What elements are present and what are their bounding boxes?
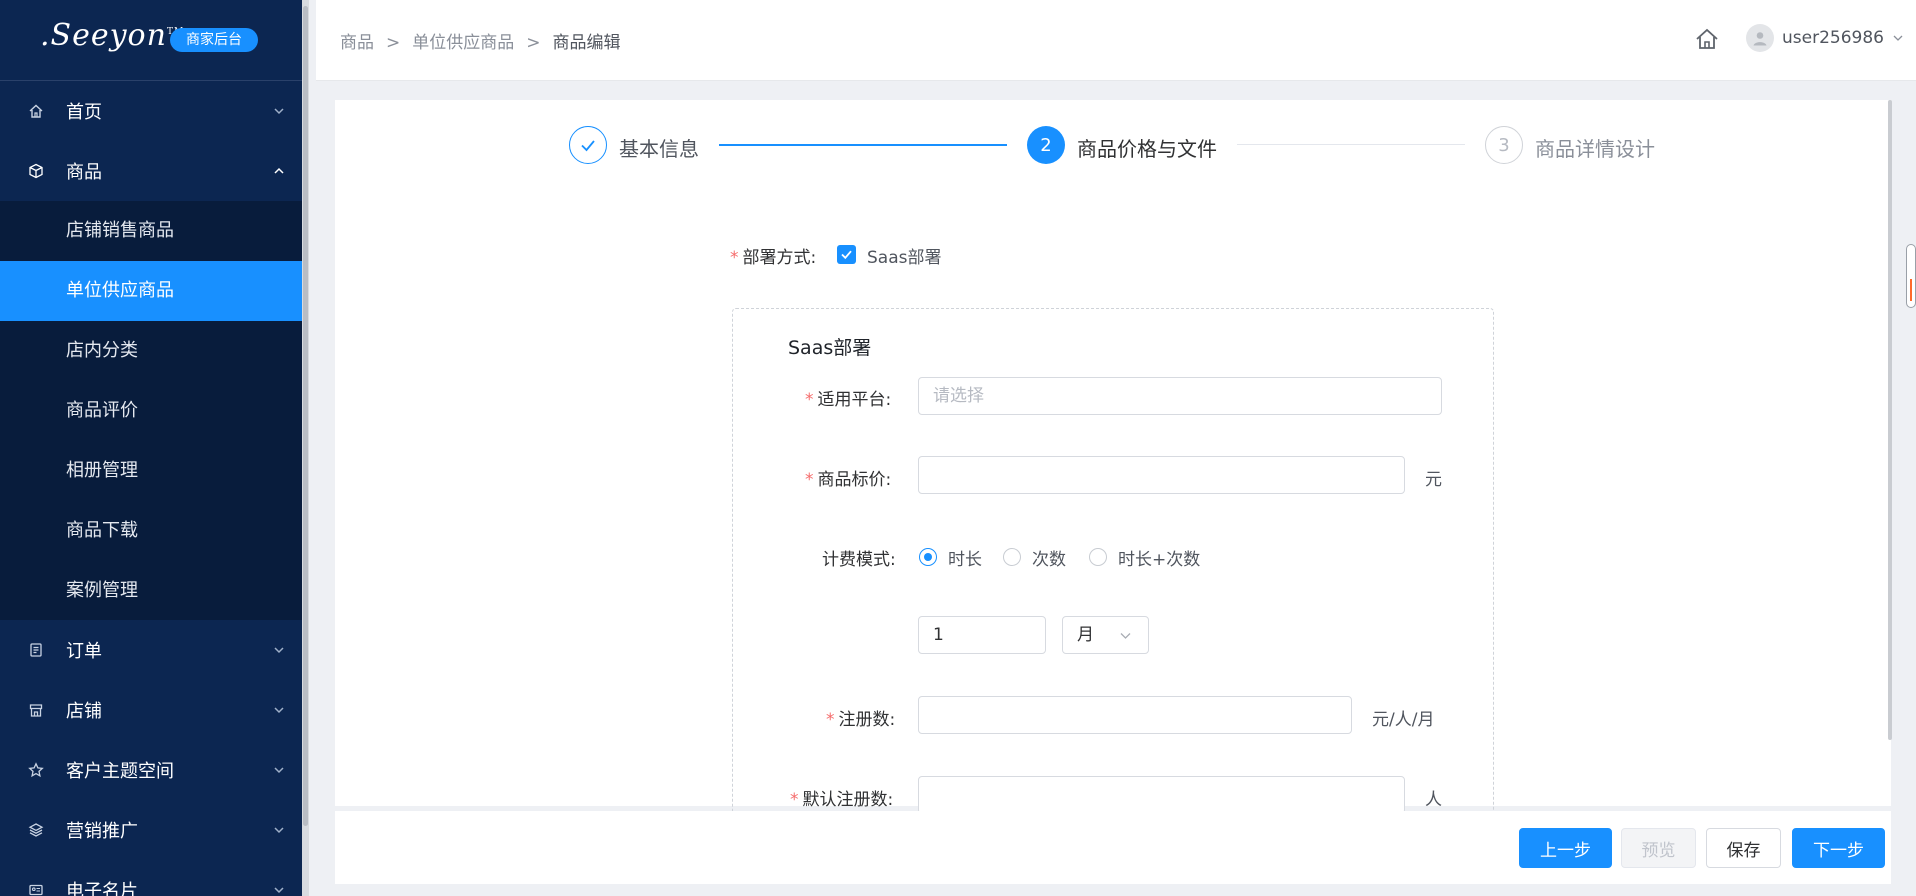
scroll-indicator — [1910, 279, 1912, 301]
sidebar-item-label: 首页 — [66, 102, 102, 123]
chevron-down-icon — [274, 827, 284, 834]
sidebar-subitem-goods-review[interactable]: 商品评价 — [0, 381, 309, 441]
sidebar-subitem-shop-category[interactable]: 店内分类 — [0, 321, 309, 381]
sidebar-item-marketing[interactable]: 营销推广 — [0, 800, 309, 860]
chevron-down-icon — [274, 108, 284, 115]
step-connector-done — [719, 144, 1007, 146]
seeyon-logo: .SeeyonTM — [40, 18, 183, 53]
billing-option-count[interactable]: 次数 — [1032, 545, 1066, 570]
chevron-down-icon — [274, 887, 284, 894]
prev-step-button[interactable]: 上一步 — [1519, 828, 1612, 868]
section-title: Saas部署 — [788, 337, 872, 359]
sidebar-item-label: 店铺 — [66, 701, 102, 722]
step-connector-pending — [1237, 144, 1465, 145]
billing-label: 计费模式: — [822, 550, 896, 570]
sidebar-item-label: 电子名片 — [66, 881, 138, 896]
chevron-up-icon — [274, 167, 284, 174]
reg-unit: 元/人/月 — [1372, 710, 1435, 730]
page-scrollbar-thumb[interactable] — [1906, 244, 1916, 308]
duration-unit-value: 月 — [1077, 625, 1094, 645]
sidebar-subitem-album[interactable]: 相册管理 — [0, 441, 309, 501]
breadcrumb-separator: > — [386, 33, 401, 53]
chevron-down-icon — [1120, 633, 1131, 639]
breadcrumb-current: 商品编辑 — [552, 33, 621, 53]
step-3-label: 商品详情设计 — [1535, 137, 1655, 161]
price-unit: 元 — [1425, 470, 1442, 490]
deploy-label: * 部署方式: — [730, 248, 817, 268]
platform-label: * 适用平台: — [805, 390, 892, 410]
chevron-down-icon — [1893, 35, 1903, 41]
check-icon — [841, 250, 852, 260]
logo-area: .SeeyonTM 商家后台 — [0, 0, 309, 81]
step-3-number: 3 — [1485, 126, 1523, 164]
price-label: * 商品标价: — [805, 470, 892, 490]
sidebar: .SeeyonTM 商家后台 首页 商品 店铺销售商品 单位供应商品 店内分类 … — [0, 0, 309, 896]
sidebar-item-label: 订单 — [66, 641, 102, 662]
duration-unit-select[interactable]: 月 — [1062, 616, 1149, 654]
sidebar-scrollbar[interactable] — [302, 0, 309, 896]
default-reg-unit: 人 — [1425, 790, 1442, 810]
billing-radio-duration[interactable] — [919, 548, 937, 566]
action-bar: 上一步 预览 保存 下一步 — [335, 811, 1891, 884]
chevron-down-icon — [274, 647, 284, 654]
default-reg-label: * 默认注册数: — [790, 790, 894, 810]
sidebar-item-home[interactable]: 首页 — [0, 81, 309, 141]
price-input[interactable] — [918, 456, 1405, 494]
home-icon — [27, 102, 45, 120]
reg-label: * 注册数: — [826, 710, 896, 730]
sidebar-item-orders[interactable]: 订单 — [0, 620, 309, 680]
cube-icon — [27, 162, 45, 180]
sidebar-subitem-goods-download[interactable]: 商品下载 — [0, 501, 309, 561]
step-1-label: 基本信息 — [619, 137, 699, 161]
layers-icon — [27, 821, 45, 839]
platform-select[interactable]: 请选择 — [918, 377, 1442, 415]
top-header: 商品 > 单位供应商品 > 商品编辑 user256986 — [316, 0, 1916, 81]
default-reg-input[interactable] — [918, 776, 1405, 814]
reg-input[interactable] — [918, 696, 1352, 734]
breadcrumb-unit-supply-goods[interactable]: 单位供应商品 — [412, 33, 514, 53]
home-icon[interactable] — [1694, 26, 1720, 52]
content-scrollbar[interactable] — [1888, 100, 1892, 740]
breadcrumb-separator: > — [526, 33, 541, 53]
step-1-check-icon — [569, 126, 607, 164]
sidebar-item-customer-space[interactable]: 客户主题空间 — [0, 740, 309, 800]
breadcrumb-goods[interactable]: 商品 — [340, 33, 374, 53]
sidebar-item-store[interactable]: 店铺 — [0, 680, 309, 740]
goods-submenu: 店铺销售商品 单位供应商品 店内分类 商品评价 相册管理 商品下载 案例管理 — [0, 201, 309, 620]
breadcrumb: 商品 > 单位供应商品 > 商品编辑 — [340, 28, 621, 53]
order-icon — [27, 641, 45, 659]
avatar — [1746, 24, 1774, 52]
sidebar-subitem-case-management[interactable]: 案例管理 — [0, 561, 309, 620]
step-2-label: 商品价格与文件 — [1077, 137, 1217, 161]
duration-input[interactable]: 1 — [918, 616, 1046, 654]
sidebar-item-goods[interactable]: 商品 — [0, 141, 309, 201]
chevron-down-icon — [274, 707, 284, 714]
card-icon — [27, 881, 45, 896]
merchant-backend-badge: 商家后台 — [170, 28, 258, 52]
preview-button[interactable]: 预览 — [1621, 828, 1696, 868]
store-icon — [27, 701, 45, 719]
billing-radio-duration-count[interactable] — [1089, 548, 1107, 566]
user-menu[interactable]: user256986 — [1746, 24, 1904, 52]
sidebar-scrollbar-thumb[interactable] — [303, 6, 308, 826]
next-step-button[interactable]: 下一步 — [1792, 828, 1885, 868]
username: user256986 — [1782, 28, 1884, 48]
sidebar-item-label: 商品 — [66, 162, 102, 183]
save-button[interactable]: 保存 — [1706, 828, 1781, 868]
step-2-number: 2 — [1027, 126, 1065, 164]
billing-radio-count[interactable] — [1003, 548, 1021, 566]
billing-option-duration[interactable]: 时长 — [948, 545, 982, 570]
billing-option-duration-count[interactable]: 时长+次数 — [1118, 545, 1200, 570]
saas-deploy-checkbox[interactable] — [837, 245, 856, 264]
chevron-down-icon — [274, 767, 284, 774]
sidebar-item-business-card[interactable]: 电子名片 — [0, 860, 309, 896]
sidebar-item-label: 营销推广 — [66, 821, 138, 842]
sidebar-subitem-unit-supply-goods[interactable]: 单位供应商品 — [0, 261, 309, 321]
sidebar-item-label: 客户主题空间 — [66, 761, 174, 782]
saas-deploy-checkbox-label[interactable]: Saas部署 — [867, 243, 941, 268]
sidebar-subitem-shop-sales-goods[interactable]: 店铺销售商品 — [0, 201, 309, 261]
star-icon — [27, 761, 45, 779]
